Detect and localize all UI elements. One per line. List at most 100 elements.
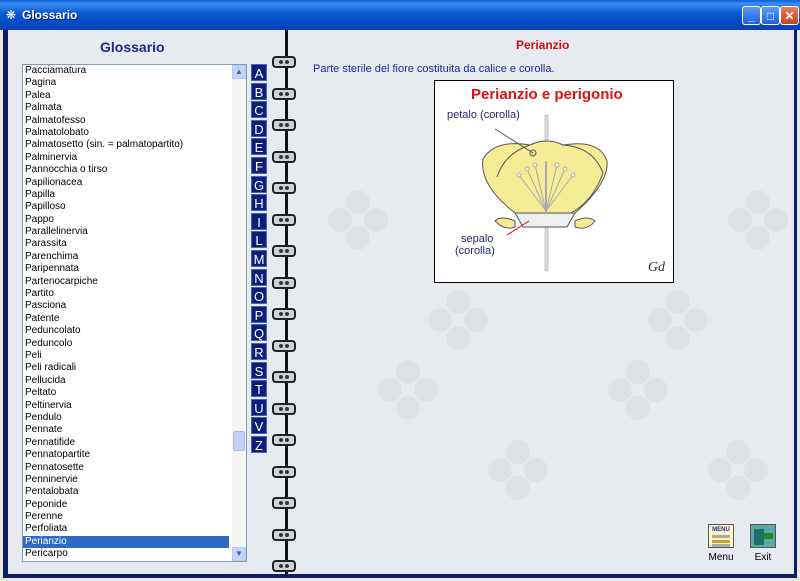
flower-watermark-icon: [728, 190, 788, 250]
letter-button-p[interactable]: P: [251, 305, 267, 323]
letter-button-z[interactable]: Z: [251, 435, 267, 453]
letter-button-c[interactable]: C: [251, 101, 267, 119]
list-item[interactable]: Papilloso: [23, 201, 229, 213]
spiral-ring: [272, 182, 296, 194]
flower-watermark-icon: [488, 440, 548, 500]
list-item[interactable]: Perianzio: [23, 535, 229, 549]
spiral-ring: [272, 56, 296, 68]
list-item[interactable]: Parenchima: [23, 251, 229, 263]
list-item[interactable]: Pennate: [23, 424, 229, 436]
list-item[interactable]: Pagina: [23, 77, 229, 89]
list-item[interactable]: Pellucida: [23, 375, 229, 387]
list-item[interactable]: Pennatifide: [23, 437, 229, 449]
list-item[interactable]: Peli radicali: [23, 362, 229, 374]
list-item[interactable]: Perenne: [23, 511, 229, 523]
letter-button-e[interactable]: E: [251, 138, 267, 156]
letter-button-d[interactable]: D: [251, 119, 267, 137]
letter-button-g[interactable]: G: [251, 175, 267, 193]
letter-button-o[interactable]: O: [251, 287, 267, 305]
list-item[interactable]: Peltinervia: [23, 400, 229, 412]
list-item[interactable]: Papilionacea: [23, 177, 229, 189]
app-window: ❋ Glossario _ □ ✕ Glossario Pacciamatura…: [0, 0, 800, 581]
letter-button-f[interactable]: F: [251, 156, 267, 174]
spiral-ring: [272, 308, 296, 320]
letter-button-q[interactable]: Q: [251, 324, 267, 342]
list-item[interactable]: Palmatofesso: [23, 115, 229, 127]
list-item[interactable]: Pappo: [23, 214, 229, 226]
letter-button-a[interactable]: A: [251, 64, 267, 81]
spiral-ring: [272, 119, 296, 131]
list-item[interactable]: Palmata: [23, 102, 229, 114]
letter-button-b[interactable]: B: [251, 82, 267, 100]
scroll-down-arrow-icon[interactable]: ▼: [232, 547, 246, 561]
flower-watermark-icon: [428, 290, 488, 350]
list-item[interactable]: Patente: [23, 313, 229, 325]
list-item[interactable]: Palminervia: [23, 152, 229, 164]
spiral-ring: [272, 371, 296, 383]
list-item[interactable]: Pannocchia o tirso: [23, 164, 229, 176]
letter-button-i[interactable]: I: [251, 212, 267, 230]
list-item[interactable]: Parassita: [23, 238, 229, 250]
list-item[interactable]: Partito: [23, 288, 229, 300]
list-item[interactable]: Perfoliata: [23, 523, 229, 535]
letter-button-t[interactable]: T: [251, 380, 267, 398]
list-item[interactable]: Peduncolato: [23, 325, 229, 337]
list-item[interactable]: Pacciamatura: [23, 65, 229, 77]
flower-watermark-icon: [708, 440, 768, 500]
glossary-heading: Glossario: [100, 39, 165, 55]
list-item[interactable]: Peli: [23, 350, 229, 362]
maximize-button[interactable]: □: [761, 6, 780, 25]
list-item[interactable]: Papilla: [23, 189, 229, 201]
flower-watermark-icon: [328, 190, 388, 250]
title-bar[interactable]: ❋ Glossario _ □ ✕: [0, 0, 800, 30]
letter-button-m[interactable]: M: [251, 249, 267, 267]
menu-label: Menu: [708, 552, 734, 563]
list-item[interactable]: Palmatolobato: [23, 127, 229, 139]
list-item[interactable]: Peponide: [23, 499, 229, 511]
list-item[interactable]: Paripennata: [23, 263, 229, 275]
list-item[interactable]: Peduncolo: [23, 338, 229, 350]
author-signature: Gd: [647, 260, 665, 275]
letter-button-n[interactable]: N: [251, 268, 267, 286]
list-item[interactable]: Palmatosetto (sin. = palmatopartito): [23, 139, 229, 151]
letter-button-l[interactable]: L: [251, 231, 267, 249]
spiral-ring: [272, 150, 296, 163]
list-item[interactable]: Partenocarpiche: [23, 276, 229, 288]
spiral-ring: [272, 434, 296, 446]
list-item[interactable]: Pentalobata: [23, 486, 229, 498]
menu-button[interactable]: MENU Menu: [704, 524, 738, 568]
menu-icon-text: MENU: [712, 527, 730, 533]
list-item[interactable]: Parallelinervia: [23, 226, 229, 238]
letter-button-r[interactable]: R: [251, 342, 267, 360]
exit-door-icon: [750, 524, 776, 548]
spiral-ring: [272, 402, 296, 415]
spiral-ring: [272, 497, 296, 509]
letter-button-h[interactable]: H: [251, 194, 267, 212]
close-button[interactable]: ✕: [780, 6, 799, 25]
list-item[interactable]: Peltato: [23, 387, 229, 399]
letter-button-u[interactable]: U: [251, 398, 267, 416]
glossary-panel: Glossario Pacciamatura Pagina Palea Palmata…: [8, 30, 276, 574]
letter-button-v[interactable]: V: [251, 417, 267, 435]
scroll-up-arrow-icon[interactable]: ▲: [232, 65, 246, 79]
exit-button[interactable]: Exit: [746, 524, 780, 568]
list-item[interactable]: Pennatopartite: [23, 449, 229, 461]
list-item[interactable]: Pendulo: [23, 412, 229, 424]
term-list-items: Pacciamatura Pagina Palea Palmata Palmatofes…: [23, 65, 229, 561]
list-scrollbar[interactable]: ▲ ▼: [232, 65, 246, 561]
spiral-ring: [272, 339, 296, 352]
flower-watermark-icon: [608, 360, 668, 420]
list-item[interactable]: Pasciona: [23, 300, 229, 312]
list-item[interactable]: Pennatosette: [23, 462, 229, 474]
flower-watermark-icon: [648, 290, 708, 350]
term-list[interactable]: Pacciamatura Pagina Palea Palmata Palmatofes…: [22, 64, 247, 562]
app-icon[interactable]: ❋: [4, 8, 18, 22]
minimize-button[interactable]: _: [742, 6, 761, 25]
list-item[interactable]: Penninervie: [23, 474, 229, 486]
window-title: Glossario: [22, 8, 78, 22]
notebook-spiral: [270, 30, 300, 574]
letter-button-s[interactable]: S: [251, 361, 267, 379]
list-item[interactable]: Pericarpo: [23, 548, 229, 560]
scroll-thumb[interactable]: [233, 431, 245, 451]
list-item[interactable]: Palea: [23, 90, 229, 102]
